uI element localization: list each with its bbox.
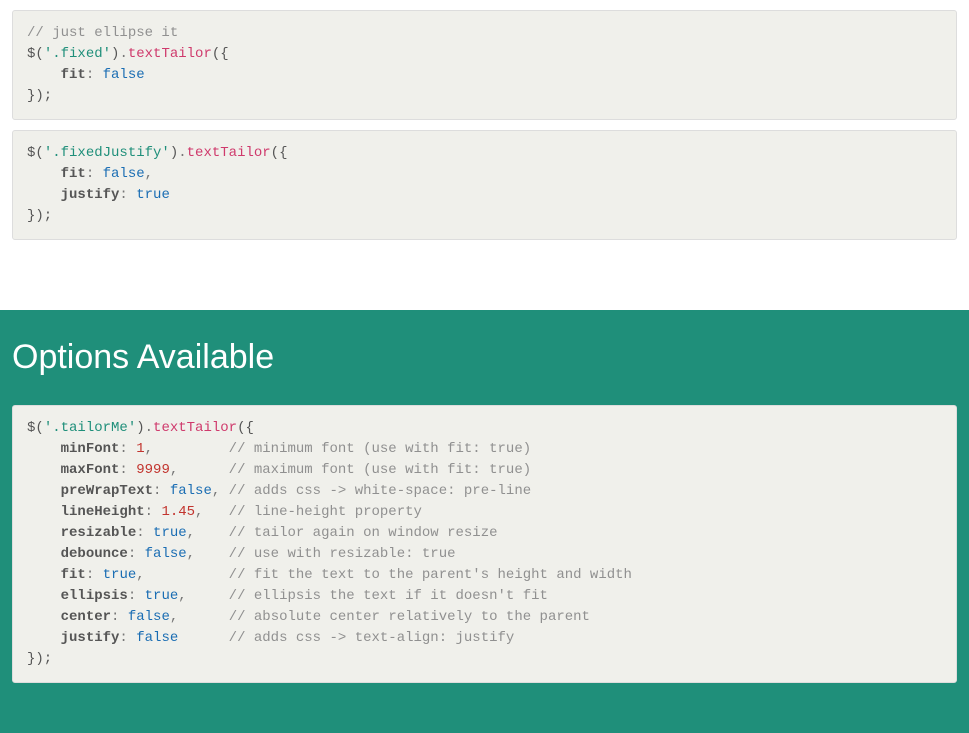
code-selector: '.fixed' xyxy=(44,46,111,62)
opt-justify-name: justify xyxy=(61,630,120,646)
code-dot: . xyxy=(119,46,127,62)
code-close: }); xyxy=(27,208,52,224)
code-paren: ) xyxy=(170,145,178,161)
opt-debounce-comment: // use with resizable: true xyxy=(229,546,456,562)
opt-center-name: center xyxy=(61,609,111,625)
opt-justify-comment: // adds css -> text-align: justify xyxy=(229,630,515,646)
opt-maxfont-val: 9999 xyxy=(136,462,170,478)
code-method: textTailor xyxy=(128,46,212,62)
code-selector: '.tailorMe' xyxy=(44,420,136,436)
opt-center-val: false xyxy=(128,609,170,625)
code-paren: ) xyxy=(136,420,144,436)
opt-center-comment: // absolute center relatively to the par… xyxy=(229,609,590,625)
section-heading: Options Available xyxy=(12,338,957,377)
code-close: }); xyxy=(27,651,52,667)
code-jquery: $( xyxy=(27,46,44,62)
code-value: false xyxy=(103,67,145,83)
opt-ellipsis-name: ellipsis xyxy=(61,588,128,604)
code-colon: : xyxy=(119,187,136,203)
opt-minfont-name: minFont xyxy=(61,441,120,457)
code-colon: : xyxy=(86,166,103,182)
opt-fit-comment: // fit the text to the parent's height a… xyxy=(229,567,632,583)
opt-lineheight-val: 1.45 xyxy=(161,504,195,520)
opt-resizable-val: true xyxy=(153,525,187,541)
code-prop-fit: fit xyxy=(61,166,86,182)
top-section: // just ellipse it $('.fixed').textTailo… xyxy=(0,0,969,310)
code-dot: . xyxy=(145,420,153,436)
opt-justify-val: false xyxy=(136,630,178,646)
code-open: ({ xyxy=(271,145,288,161)
opt-minfont-comment: // minimum font (use with fit: true) xyxy=(229,441,531,457)
opt-ellipsis-val: true xyxy=(145,588,179,604)
opt-minfont-val: 1 xyxy=(136,441,144,457)
opt-prewrap-val: false xyxy=(170,483,212,499)
opt-debounce-name: debounce xyxy=(61,546,128,562)
opt-fit-val: true xyxy=(103,567,137,583)
opt-fit-name: fit xyxy=(61,567,86,583)
opt-maxfont-name: maxFont xyxy=(61,462,120,478)
opt-lineheight-name: lineHeight xyxy=(61,504,145,520)
code-method: textTailor xyxy=(187,145,271,161)
code-jquery: $( xyxy=(27,420,44,436)
code-dot: . xyxy=(178,145,186,161)
code-open: ({ xyxy=(237,420,254,436)
code-jquery: $( xyxy=(27,145,44,161)
opt-resizable-name: resizable xyxy=(61,525,137,541)
code-block-justify: $('.fixedJustify').textTailor({ fit: fal… xyxy=(12,130,957,240)
opt-prewrap-name: preWrapText xyxy=(61,483,153,499)
options-section: Options Available $('.tailorMe').textTai… xyxy=(0,310,969,733)
code-open: ({ xyxy=(212,46,229,62)
opt-ellipsis-comment: // ellipsis the text if it doesn't fit xyxy=(229,588,548,604)
code-selector: '.fixedJustify' xyxy=(44,145,170,161)
code-comment: // just ellipse it xyxy=(27,25,178,41)
code-block-options: $('.tailorMe').textTailor({ minFont: 1, … xyxy=(12,405,957,683)
opt-maxfont-comment: // maximum font (use with fit: true) xyxy=(229,462,531,478)
code-value: true xyxy=(136,187,170,203)
opt-debounce-val: false xyxy=(145,546,187,562)
code-comma: , xyxy=(145,166,153,182)
opt-resizable-comment: // tailor again on window resize xyxy=(229,525,498,541)
code-close: }); xyxy=(27,88,52,104)
opt-prewrap-comment: // adds css -> white-space: pre-line xyxy=(229,483,531,499)
code-method: textTailor xyxy=(153,420,237,436)
code-block-ellipse: // just ellipse it $('.fixed').textTailo… xyxy=(12,10,957,120)
code-prop-fit: fit xyxy=(61,67,86,83)
code-value: false xyxy=(103,166,145,182)
opt-lineheight-comment: // line-height property xyxy=(229,504,422,520)
code-colon: : xyxy=(86,67,103,83)
code-prop-justify: justify xyxy=(61,187,120,203)
